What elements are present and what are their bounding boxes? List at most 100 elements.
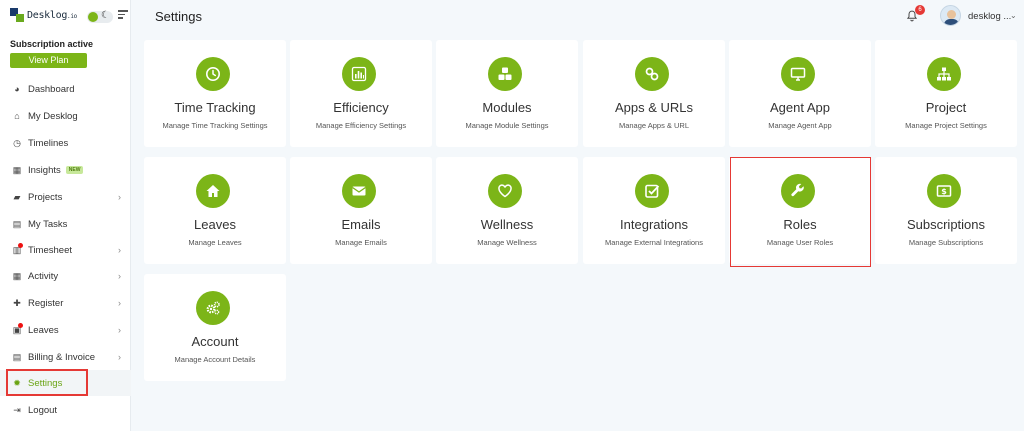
leaves-icon: ▣	[12, 323, 23, 335]
sidebar-item-activity[interactable]: ▦ Activity ›	[0, 263, 131, 289]
card-title: Efficiency	[333, 100, 389, 115]
sidebar-item-timelines[interactable]: ◷ Timelines	[0, 130, 131, 156]
card-emails[interactable]: Emails Manage Emails	[290, 157, 432, 264]
roles-highlight-box	[730, 157, 871, 267]
brand-suffix: .io	[67, 12, 77, 20]
card-description: Manage Emails	[335, 238, 387, 247]
card-title: Leaves	[194, 217, 236, 232]
card-wellness[interactable]: Wellness Manage Wellness	[436, 157, 578, 264]
sidebar-item-label: Timelines	[28, 137, 69, 149]
card-apps-urls[interactable]: Apps & URLs Manage Apps & URL	[583, 40, 725, 147]
card-leaves[interactable]: Leaves Manage Leaves	[144, 157, 286, 264]
clock-icon: ◷	[13, 137, 21, 148]
card-title: Account	[191, 334, 239, 349]
card-description: Manage Account Details	[174, 355, 256, 364]
card-description: Manage Wellness	[477, 238, 537, 247]
sidebar-item-logout[interactable]: ⇥ Logout	[0, 397, 131, 423]
moon-icon: ☾	[101, 10, 110, 21]
svg-text:$: $	[941, 187, 947, 196]
card-title: Emails	[341, 217, 381, 232]
card-description: Manage Leaves	[188, 238, 242, 247]
monitor-icon	[781, 57, 815, 91]
card-title: Apps & URLs	[614, 100, 694, 115]
sidebar-item-insights[interactable]: ▦ Insights NEW	[0, 157, 131, 183]
card-description: Manage Project Settings	[905, 121, 987, 130]
clock-icon	[196, 57, 230, 91]
chevron-right-icon: ›	[118, 192, 121, 202]
card-title: Modules	[482, 100, 532, 115]
sidebar-item-label: Leaves	[28, 324, 59, 336]
notification-dot	[18, 323, 23, 328]
card-account[interactable]: Account Manage Account Details	[144, 274, 286, 381]
sidebar-item-my-desklog[interactable]: ⌂ My Desklog	[0, 103, 131, 129]
card-description: Manage Efficiency Settings	[315, 121, 407, 130]
card-title: Agent App	[770, 100, 830, 115]
card-title: Integrations	[620, 217, 688, 232]
user-name[interactable]: desklog ...	[968, 11, 1011, 22]
page-title: Settings	[155, 9, 202, 24]
theme-toggle[interactable]: ☾	[87, 10, 113, 23]
sidebar-item-label: Billing & Invoice	[28, 351, 96, 363]
card-integrations[interactable]: Integrations Manage External Integration…	[583, 157, 725, 264]
sidebar: Desklog.io ☾ Subscription active View Pl…	[0, 0, 131, 431]
card-description: Manage Time Tracking Settings	[162, 121, 268, 130]
palette-icon: ◕	[14, 84, 20, 94]
sidebar-item-my-tasks[interactable]: ▤ My Tasks	[0, 211, 131, 237]
chevron-right-icon: ›	[118, 298, 121, 308]
sidebar-item-dashboard[interactable]: ◕ Dashboard	[0, 76, 131, 102]
card-description: Manage Subscriptions	[908, 238, 984, 247]
cubes-icon	[488, 57, 522, 91]
sidebar-item-timesheet[interactable]: ▥ Timesheet ›	[0, 237, 131, 263]
home-icon: ⌂	[14, 111, 20, 121]
bar-chart-icon	[342, 57, 376, 91]
sidebar-item-label: Projects	[28, 191, 63, 203]
sidebar-item-label: Insights	[28, 164, 61, 176]
sidebar-item-projects[interactable]: ▰ Projects ›	[0, 184, 131, 210]
sidebar-item-label: Dashboard	[28, 83, 75, 95]
card-agent-app[interactable]: Agent App Manage Agent App	[729, 40, 871, 147]
check-square-icon	[635, 174, 669, 208]
card-title: Subscriptions	[906, 217, 986, 232]
card-description: Manage Module Settings	[465, 121, 549, 130]
chevron-right-icon: ›	[118, 245, 121, 255]
view-plan-button[interactable]: View Plan	[10, 53, 87, 68]
card-title: Time Tracking	[174, 100, 256, 115]
timesheet-icon: ▥	[12, 243, 23, 255]
chevron-right-icon: ›	[118, 271, 121, 281]
avatar[interactable]	[940, 5, 961, 26]
sidebar-item-label: My Desklog	[28, 110, 78, 122]
sidebar-item-leaves[interactable]: ▣ Leaves ›	[0, 317, 131, 343]
subscription-status: Subscription active	[10, 39, 94, 49]
plus-icon: ✚	[13, 297, 21, 308]
folder-icon: ▰	[13, 191, 21, 202]
card-efficiency[interactable]: Efficiency Manage Efficiency Settings	[290, 40, 432, 147]
sidebar-item-label: Logout	[28, 404, 58, 416]
sidebar-item-label: My Tasks	[28, 218, 68, 230]
logo-icon	[10, 8, 24, 22]
card-project[interactable]: Project Manage Project Settings	[875, 40, 1017, 147]
card-description: Manage Apps & URL	[618, 121, 690, 130]
sidebar-item-label: Activity	[28, 270, 59, 282]
logout-icon: ⇥	[13, 404, 21, 415]
chevron-right-icon: ›	[118, 352, 121, 362]
card-modules[interactable]: Modules Manage Module Settings	[436, 40, 578, 147]
chevron-down-icon[interactable]: ⌄	[1010, 11, 1017, 20]
envelope-icon	[342, 174, 376, 208]
invoice-icon: ▤	[12, 351, 22, 362]
card-title: Wellness	[480, 217, 534, 232]
sidebar-item-register[interactable]: ✚ Register ›	[0, 290, 131, 316]
link-icon	[635, 57, 669, 91]
money-icon: $	[927, 174, 961, 208]
sidebar-item-label: Register	[28, 297, 64, 309]
brand-logo[interactable]: Desklog.io	[10, 8, 77, 22]
sidebar-item-billing-invoice[interactable]: ▤ Billing & Invoice ›	[0, 344, 131, 370]
card-time-tracking[interactable]: Time Tracking Manage Time Tracking Setti…	[144, 40, 286, 147]
sitemap-icon	[927, 57, 961, 91]
cogs-icon	[196, 291, 230, 325]
card-subscriptions[interactable]: $ Subscriptions Manage Subscriptions	[875, 157, 1017, 264]
home-icon	[196, 174, 230, 208]
tasks-icon: ▤	[12, 218, 22, 229]
card-title: Project	[925, 100, 967, 115]
heart-icon	[488, 174, 522, 208]
menu-collapse-icon[interactable]	[118, 10, 128, 20]
